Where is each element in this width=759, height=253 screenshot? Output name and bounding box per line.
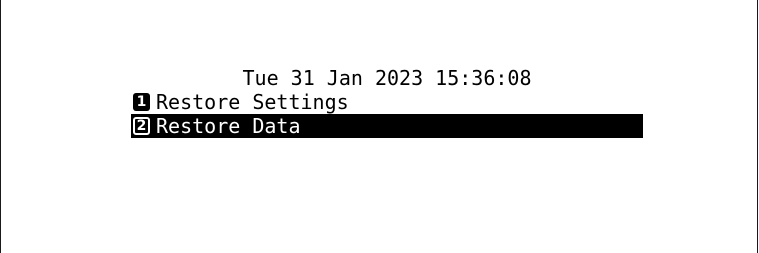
menu-item-label: Restore Data: [156, 114, 301, 138]
menu-item-restore-settings[interactable]: 1 Restore Settings: [131, 90, 643, 114]
number-one-icon: 1: [133, 93, 150, 111]
lcd-screen: Tue 31 Jan 2023 15:36:08 1 Restore Setti…: [131, 66, 643, 138]
datetime-display: Tue 31 Jan 2023 15:36:08: [242, 66, 532, 90]
menu-item-restore-data[interactable]: 2 Restore Data: [131, 114, 643, 138]
menu-item-label: Restore Settings: [156, 90, 349, 114]
lcd-display-frame: Tue 31 Jan 2023 15:36:08 1 Restore Setti…: [0, 0, 758, 253]
number-two-icon: 2: [133, 117, 150, 135]
